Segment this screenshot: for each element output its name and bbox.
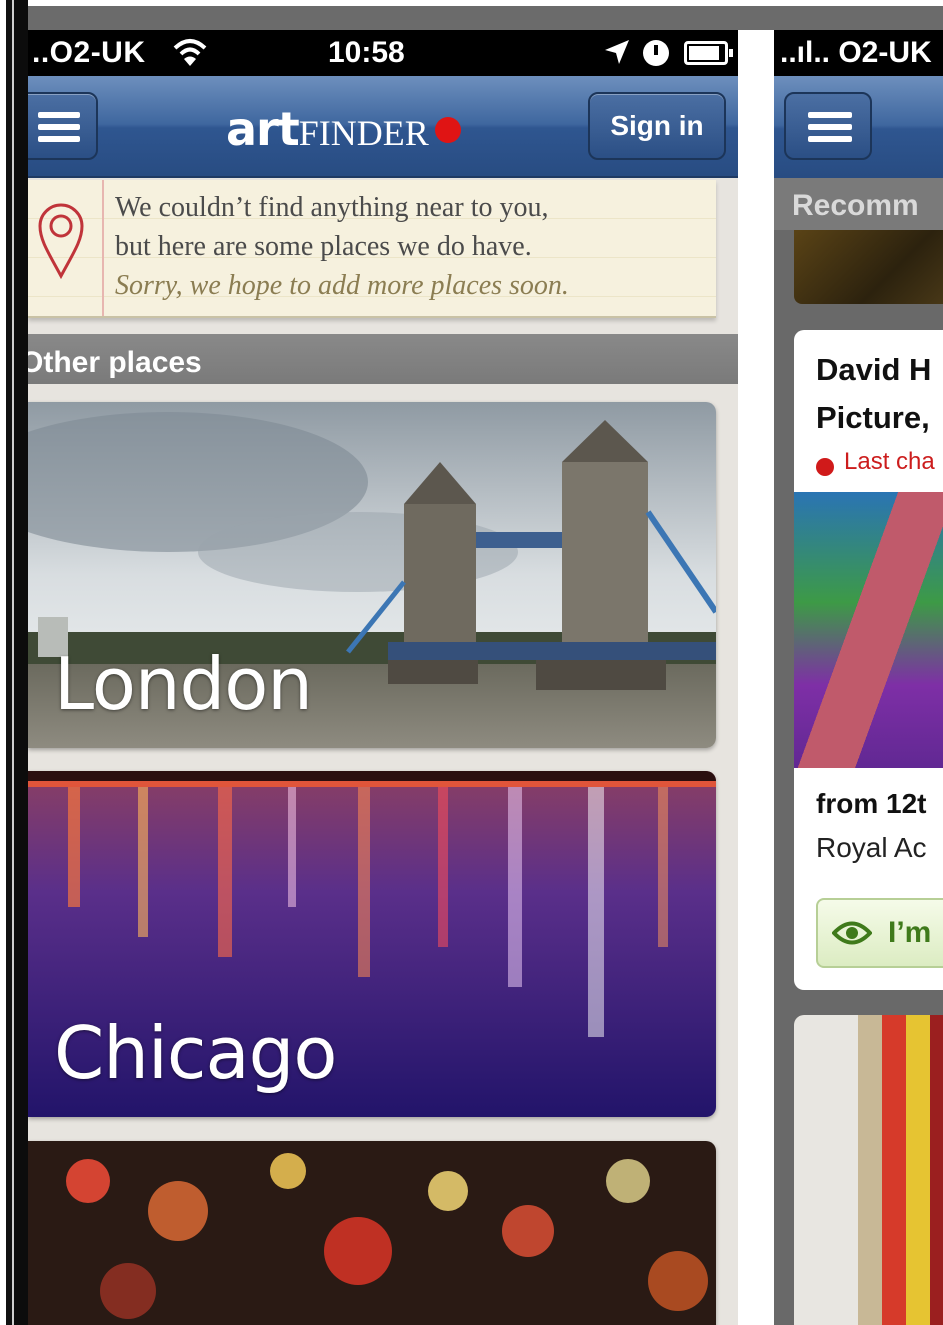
right-screen: ..ıl.. O2-UK Recomm David H Picture, Las… bbox=[774, 30, 943, 1325]
nav-bar-right bbox=[774, 76, 943, 178]
place-card-third[interactable] bbox=[28, 1141, 716, 1325]
place-card-chicago[interactable]: Chicago bbox=[28, 771, 716, 1117]
wifi-icon bbox=[173, 39, 207, 66]
notice-line-3: Sorry, we hope to add more places soon. bbox=[115, 270, 569, 301]
carrier-label-right: ..ıl.. O2-UK bbox=[780, 36, 932, 69]
event-date: from 12t bbox=[816, 788, 927, 819]
hamburger-icon-bar bbox=[808, 136, 852, 142]
section-header-other-places: Other places bbox=[28, 334, 738, 384]
status-bar-right: ..ıl.. O2-UK bbox=[774, 30, 943, 76]
status-bar: ..O2-UK 10:58 bbox=[28, 30, 738, 76]
last-chance-badge: Last cha bbox=[844, 448, 935, 475]
section-header-recommended: Recomm bbox=[774, 178, 943, 230]
city-lights-photo bbox=[28, 1141, 716, 1325]
nav-bar: artFINDER Sign in bbox=[28, 76, 738, 178]
status-time: 10:58 bbox=[328, 36, 405, 69]
menu-button-right[interactable] bbox=[784, 92, 872, 160]
device-frame-edge bbox=[0, 0, 28, 1325]
event-artwork-image bbox=[794, 492, 943, 768]
notice-margin-line bbox=[102, 180, 104, 316]
map-pin-icon bbox=[38, 203, 84, 280]
place-card-london[interactable]: London bbox=[28, 402, 716, 748]
event-venue: Royal Ac bbox=[816, 832, 927, 863]
logo-finder-text: FINDER bbox=[298, 113, 429, 153]
menu-button[interactable] bbox=[28, 92, 98, 160]
event-card[interactable]: David H Picture, Last cha from 12t Royal… bbox=[794, 330, 943, 990]
place-label-london: London bbox=[54, 642, 313, 726]
logo-red-dot bbox=[434, 117, 461, 143]
im-going-label: I’m bbox=[888, 916, 932, 949]
battery-icon bbox=[684, 41, 733, 65]
last-chance-dot-icon bbox=[816, 458, 834, 476]
recommendation-thumbnail[interactable] bbox=[794, 230, 943, 304]
notice-line-1: We couldn’t find anything near to you, bbox=[115, 192, 549, 223]
place-label-chicago: Chicago bbox=[54, 1011, 337, 1095]
recommendation-thumbnail-bottom[interactable] bbox=[794, 1015, 943, 1325]
section-title: Other places bbox=[28, 346, 202, 379]
hamburger-icon-bar bbox=[38, 136, 80, 142]
eye-icon bbox=[832, 921, 872, 945]
event-title-line-1: David H bbox=[816, 352, 932, 387]
device-bezel bbox=[28, 6, 943, 30]
section-title-right: Recomm bbox=[792, 189, 919, 222]
location-arrow-icon bbox=[605, 40, 629, 64]
im-going-button[interactable]: I’m bbox=[816, 898, 943, 968]
logo-art-text: art bbox=[226, 102, 300, 156]
left-screen: ..O2-UK 10:58 artFINDER Sign in We could bbox=[28, 30, 738, 1325]
artfinder-logo: artFINDER bbox=[226, 102, 461, 156]
notice-line-2: but here are some places we do have. bbox=[115, 231, 532, 262]
event-title: David H Picture, bbox=[816, 346, 931, 442]
event-title-line-2: Picture, bbox=[816, 400, 930, 435]
carrier-label: ..O2-UK bbox=[32, 36, 146, 69]
sign-in-button[interactable]: Sign in bbox=[588, 92, 726, 160]
hamburger-icon-bar bbox=[38, 112, 80, 118]
hamburger-icon-bar bbox=[808, 112, 852, 118]
no-results-notice: We couldn’t find anything near to you, b… bbox=[28, 180, 716, 318]
hamburger-icon-bar bbox=[808, 124, 852, 130]
alarm-clock-icon bbox=[643, 40, 669, 66]
hamburger-icon-bar bbox=[38, 124, 80, 130]
